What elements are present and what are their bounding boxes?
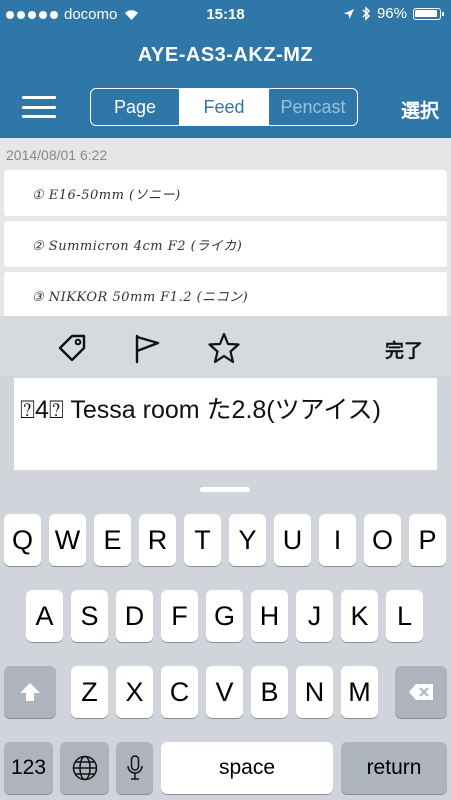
tag-icon[interactable]: [55, 331, 89, 365]
key-t[interactable]: T: [184, 514, 221, 566]
battery-percent: 96%: [376, 5, 407, 22]
space-key[interactable]: space: [161, 742, 333, 794]
key-h[interactable]: H: [251, 590, 288, 642]
key-k[interactable]: K: [341, 590, 378, 642]
key-q[interactable]: Q: [4, 514, 41, 566]
status-right-group: 96%: [343, 5, 444, 22]
handwritten-text: ② Summicron 4cm F2 (ライカ): [32, 239, 243, 254]
globe-icon: [72, 755, 97, 781]
backspace-icon: [409, 684, 433, 700]
key-v[interactable]: V: [206, 666, 243, 718]
dictation-key[interactable]: [116, 742, 153, 794]
numbers-key[interactable]: 123: [4, 742, 53, 794]
star-icon[interactable]: [207, 331, 241, 365]
feed-area: 2014/08/01 6:22 ① E16-50mm (ソニー) ② Summi…: [0, 138, 451, 316]
key-j[interactable]: J: [296, 590, 333, 642]
key-x[interactable]: X: [116, 666, 153, 718]
keyboard-grabber: [200, 487, 250, 492]
select-button[interactable]: 選択: [401, 96, 439, 123]
shift-key[interactable]: [4, 666, 56, 718]
key-r[interactable]: R: [139, 514, 176, 566]
key-y[interactable]: Y: [229, 514, 266, 566]
tab-page[interactable]: Page: [91, 89, 180, 125]
key-m[interactable]: M: [341, 666, 378, 718]
key-g[interactable]: G: [206, 590, 243, 642]
shift-icon: [20, 683, 40, 701]
return-key[interactable]: return: [341, 742, 447, 794]
key-p[interactable]: P: [409, 514, 446, 566]
location-arrow-icon: [343, 8, 354, 19]
key-i[interactable]: I: [319, 514, 356, 566]
key-o[interactable]: O: [364, 514, 401, 566]
app-header: docomo 15:18 96% AYE-AS3-AKZ-MZ Page Fee…: [0, 0, 451, 138]
globe-key[interactable]: [60, 742, 109, 794]
handwritten-text: ① E16-50mm (ソニー): [32, 188, 181, 203]
tab-feed[interactable]: Feed: [180, 89, 269, 125]
edit-toolbar: 完了: [0, 316, 451, 376]
key-d[interactable]: D: [116, 590, 153, 642]
key-w[interactable]: W: [49, 514, 86, 566]
key-z[interactable]: Z: [71, 666, 108, 718]
key-b[interactable]: B: [251, 666, 288, 718]
key-c[interactable]: C: [161, 666, 198, 718]
key-n[interactable]: N: [296, 666, 333, 718]
notebook-title: AYE-AS3-AKZ-MZ: [137, 44, 314, 66]
delete-key[interactable]: [395, 666, 447, 718]
handwritten-text: ③ NIKKOR 50mm F1.2 (ニコン): [32, 290, 249, 305]
microphone-icon: [126, 755, 143, 780]
key-e[interactable]: E: [94, 514, 131, 566]
note-text-field[interactable]: ⍰4⍰ Tessa room た2.8(ツアイス): [14, 378, 437, 470]
key-l[interactable]: L: [386, 590, 423, 642]
battery-icon: [413, 7, 444, 20]
feed-date: 2014/08/01 6:22: [6, 147, 108, 163]
feed-item[interactable]: ① E16-50mm (ソニー): [4, 170, 447, 216]
feed-item[interactable]: ② Summicron 4cm F2 (ライカ): [4, 221, 447, 267]
feed-item[interactable]: ③ NIKKOR 50mm F1.2 (ニコン): [4, 272, 447, 316]
bluetooth-icon: [362, 6, 371, 21]
key-s[interactable]: S: [71, 590, 108, 642]
key-f[interactable]: F: [161, 590, 198, 642]
key-a[interactable]: A: [26, 590, 63, 642]
keyboard: Q W E R T Y U I O P A S D F G H J K L Z …: [0, 480, 451, 800]
tab-pencast[interactable]: Pencast: [269, 89, 357, 125]
key-u[interactable]: U: [274, 514, 311, 566]
done-button[interactable]: 完了: [385, 336, 423, 363]
view-switcher: Page Feed Pencast: [90, 88, 358, 126]
menu-icon[interactable]: [22, 96, 56, 118]
status-bar: docomo 15:18 96%: [0, 0, 451, 30]
flag-icon[interactable]: [130, 331, 164, 365]
